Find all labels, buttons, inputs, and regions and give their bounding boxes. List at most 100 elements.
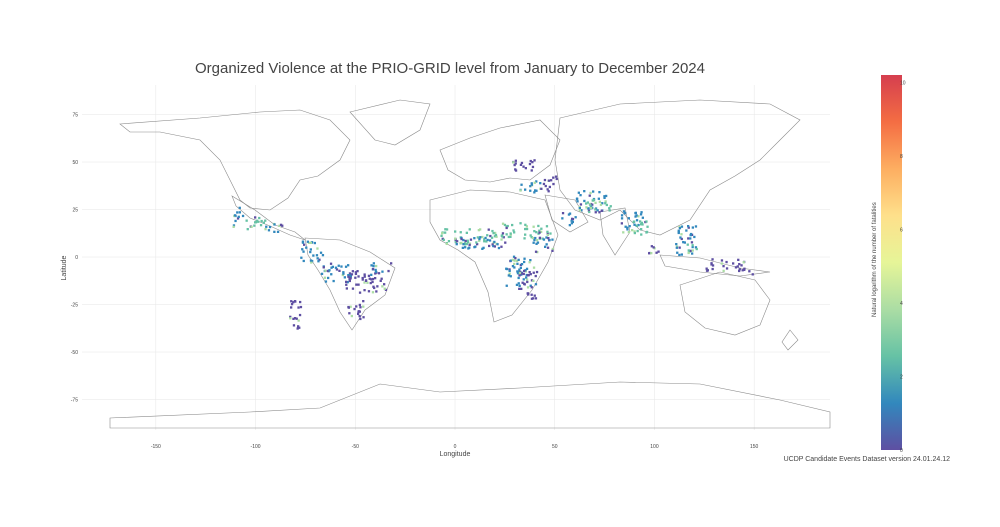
fatality-cell — [680, 233, 683, 236]
fatality-cell — [262, 221, 265, 224]
fatality-cell — [373, 286, 376, 290]
fatality-cell — [534, 189, 537, 192]
fatality-cell — [320, 272, 324, 275]
fatality-cell — [518, 287, 521, 290]
fatality-cell — [514, 169, 518, 172]
fatality-cell — [689, 234, 692, 237]
fatality-cell — [578, 207, 581, 210]
fatality-cells — [232, 159, 754, 330]
fatality-cell — [542, 182, 546, 186]
fatality-cell — [481, 235, 484, 239]
fatality-cell — [689, 237, 692, 240]
fatality-cell — [479, 228, 482, 231]
fatality-cell — [589, 204, 592, 207]
fatality-cell — [309, 248, 312, 251]
fatality-cell — [561, 217, 564, 220]
fatality-cell — [524, 188, 527, 191]
legend-tick-label: 4 — [900, 301, 903, 307]
fatality-cell — [454, 230, 457, 233]
fatality-cell — [640, 211, 643, 214]
fatality-cell — [554, 175, 558, 178]
fatality-cell — [751, 273, 754, 276]
fatality-cell — [534, 250, 538, 253]
fatality-cell — [351, 287, 355, 290]
fatality-cell — [633, 223, 636, 226]
fatality-cell — [517, 282, 520, 285]
fatality-cell — [592, 198, 596, 202]
fatality-cell — [358, 291, 362, 294]
fatality-cell — [323, 276, 327, 279]
world-map: -150 -100 -50 0 50 100 150 7550250-25-50-75 Lo… — [61, 75, 906, 458]
fatality-cell — [678, 253, 681, 257]
fatality-cell — [535, 270, 539, 274]
fatality-cell — [585, 206, 588, 209]
fatality-cell — [575, 198, 579, 201]
north-america-outline — [119, 109, 351, 211]
fatality-cell — [368, 277, 371, 280]
fatality-cell — [355, 283, 358, 286]
fatality-cell — [532, 297, 535, 300]
fatality-cell — [372, 265, 375, 268]
fatality-cell — [357, 275, 360, 278]
fatality-cell — [546, 246, 550, 249]
fatality-cell — [551, 249, 554, 252]
india-outline — [599, 207, 631, 256]
fatality-cell — [355, 305, 358, 308]
fatality-cell — [600, 209, 603, 212]
fatality-cell — [540, 187, 543, 190]
fatality-cell — [645, 220, 648, 223]
fatality-cell — [264, 219, 267, 222]
fatality-cell — [234, 219, 237, 223]
fatality-cell — [484, 236, 487, 240]
fatality-cell — [522, 272, 525, 276]
fatality-cell — [539, 182, 542, 185]
fatality-cell — [370, 264, 373, 267]
fatality-cell — [455, 243, 458, 246]
fatality-cell — [362, 316, 365, 319]
antarctica-outline — [109, 381, 831, 429]
fatality-cell — [513, 266, 516, 269]
fatality-cell — [383, 287, 386, 290]
fatality-cell — [655, 251, 658, 254]
fatality-cell — [475, 241, 478, 244]
fatality-cell — [516, 262, 519, 265]
fatality-cell — [501, 222, 505, 225]
fatality-cell — [695, 247, 698, 251]
fatality-cell — [524, 223, 527, 226]
central-america-outline — [231, 195, 306, 241]
fatality-cell — [592, 190, 595, 193]
fatality-cell — [513, 163, 516, 167]
fatality-cell — [348, 279, 351, 283]
fatality-cell — [657, 250, 660, 253]
fatality-cell — [494, 233, 498, 237]
fatality-cell — [447, 240, 451, 243]
fatality-cell — [676, 251, 679, 254]
fatality-cell — [301, 248, 304, 251]
fatality-cell — [687, 251, 690, 255]
fatality-cell — [588, 210, 591, 214]
fatality-cell — [273, 223, 276, 226]
fatality-cell — [693, 235, 696, 239]
fatality-cell — [691, 252, 694, 255]
fatality-cell — [532, 279, 535, 282]
fatality-cell — [297, 325, 300, 328]
fatality-cell — [493, 245, 496, 248]
fatality-cell — [608, 209, 611, 212]
fatality-cell — [530, 286, 533, 289]
fatality-cell — [348, 312, 351, 315]
fatality-cell — [545, 243, 548, 246]
fatality-cell — [488, 244, 491, 248]
fatality-cell — [367, 290, 371, 293]
fatality-cell — [519, 266, 522, 269]
fatality-cell — [528, 162, 532, 166]
fatality-cell — [387, 269, 390, 273]
fatality-cell — [334, 266, 338, 269]
fatality-cell — [622, 231, 625, 234]
fatality-cell — [468, 243, 471, 247]
x-tick-label: -50 — [352, 444, 359, 450]
fatality-cell — [518, 271, 522, 275]
fatality-cell — [687, 249, 690, 252]
fatality-cell — [372, 262, 375, 265]
fatality-cell — [530, 293, 533, 296]
fatality-cell — [319, 251, 323, 254]
